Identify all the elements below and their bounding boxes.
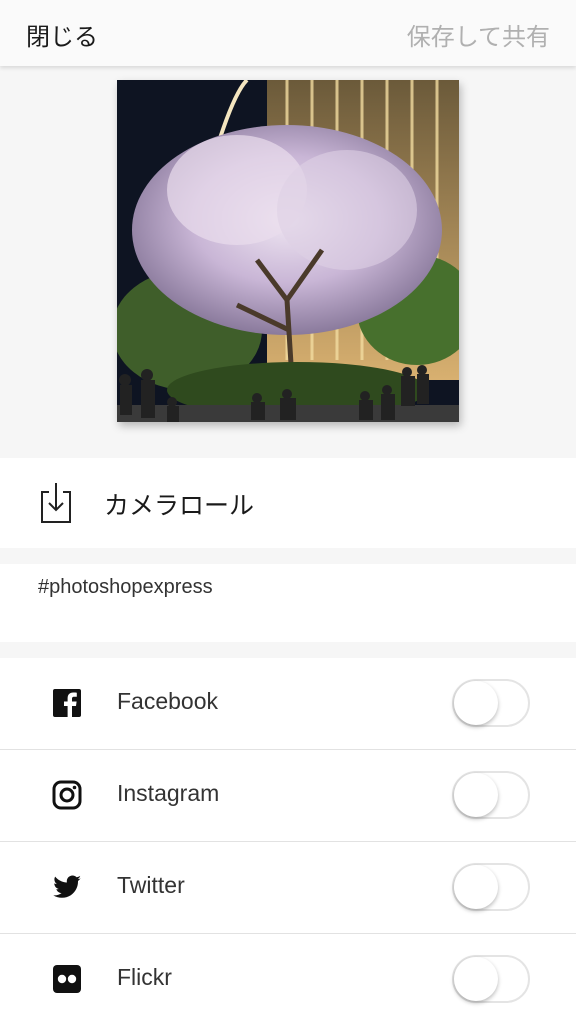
toggle-knob xyxy=(454,865,498,909)
caption-text: #photoshopexpress xyxy=(38,576,213,598)
flickr-icon xyxy=(53,965,81,993)
share-row-instagram: Instagram xyxy=(0,750,576,842)
twitter-toggle[interactable] xyxy=(452,863,530,911)
share-row-flickr: Flickr xyxy=(0,934,576,1024)
share-label-facebook: Facebook xyxy=(117,688,219,714)
twitter-icon xyxy=(53,875,81,898)
flickr-toggle[interactable] xyxy=(452,955,530,1003)
share-row-facebook: Facebook xyxy=(0,658,576,750)
share-label-twitter: Twitter xyxy=(117,872,185,898)
close-button[interactable]: 閉じる xyxy=(26,17,98,52)
facebook-toggle[interactable] xyxy=(452,679,530,727)
toggle-knob xyxy=(454,773,498,817)
instagram-icon xyxy=(52,780,82,810)
preview-area xyxy=(0,66,576,458)
social-share-list: Facebook Instagram Twitter Flickr xyxy=(0,658,576,1024)
download-icon xyxy=(41,483,71,523)
save-to-camera-roll-row[interactable]: カメラロール xyxy=(0,458,576,548)
share-label-instagram: Instagram xyxy=(117,780,220,806)
save-and-share-button[interactable]: 保存して共有 xyxy=(407,17,550,52)
divider xyxy=(0,548,576,564)
toggle-knob xyxy=(454,957,498,1001)
camera-roll-label: カメラロール xyxy=(104,491,255,520)
caption-field[interactable]: #photoshopexpress xyxy=(0,564,576,642)
share-row-twitter: Twitter xyxy=(0,842,576,934)
share-label-flickr: Flickr xyxy=(117,964,172,990)
top-bar: 閉じる 保存して共有 xyxy=(0,0,576,66)
toggle-knob xyxy=(454,681,498,725)
photo-preview xyxy=(117,80,459,422)
cherry-blossom-photo xyxy=(117,80,459,422)
facebook-icon xyxy=(53,689,81,717)
divider xyxy=(0,642,576,658)
instagram-toggle[interactable] xyxy=(452,771,530,819)
